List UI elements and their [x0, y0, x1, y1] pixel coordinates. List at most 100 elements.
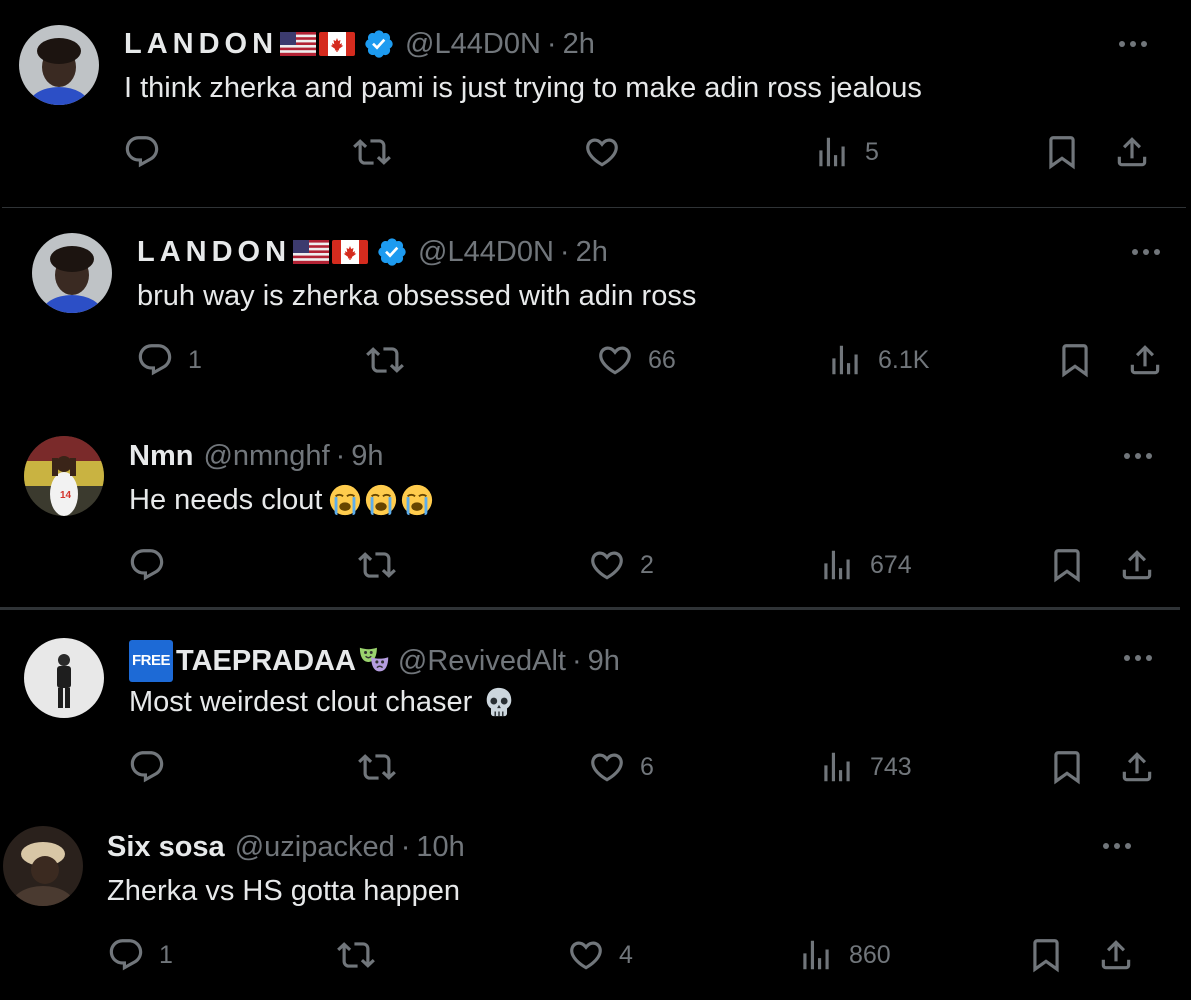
- avatar[interactable]: [19, 25, 99, 105]
- reply-button[interactable]: 1: [136, 341, 202, 379]
- reply-button[interactable]: 1: [107, 936, 173, 974]
- avatar[interactable]: [3, 826, 83, 906]
- share-icon: [1126, 341, 1164, 379]
- retweet-icon: [366, 341, 404, 379]
- avatar[interactable]: [24, 638, 104, 718]
- handle[interactable]: @uzipacked: [235, 829, 395, 865]
- timestamp[interactable]: 10h: [416, 829, 464, 865]
- display-name[interactable]: LANDON: [137, 234, 291, 270]
- more-options-icon[interactable]: [1122, 451, 1154, 461]
- like-button[interactable]: 4: [567, 936, 633, 974]
- handle[interactable]: @L44D0N: [418, 234, 554, 270]
- share-icon: [1113, 133, 1151, 171]
- heart-icon: [596, 341, 634, 379]
- bookmark-button[interactable]: [1048, 748, 1086, 786]
- like-count: 2: [640, 550, 654, 579]
- tweet[interactable]: LANDON @L44D0N · 2h bruh way is zherka o…: [0, 208, 1191, 408]
- like-button[interactable]: [583, 133, 635, 171]
- like-count: 4: [619, 940, 633, 969]
- tweet[interactable]: FREE TAEPRADAA @RevivedAlt · 9h Most wei…: [0, 612, 1191, 808]
- tweet[interactable]: Six sosa @uzipacked · 10h Zherka vs HS g…: [0, 810, 1191, 1000]
- handle[interactable]: @L44D0N: [405, 26, 541, 62]
- reply-button[interactable]: [123, 133, 175, 171]
- loudly-crying-face-icon: [364, 483, 398, 517]
- views-icon: [818, 748, 856, 786]
- timestamp[interactable]: 9h: [351, 438, 383, 474]
- timestamp[interactable]: 9h: [588, 643, 620, 679]
- views-icon: [797, 936, 835, 974]
- retweet-button[interactable]: [353, 133, 391, 171]
- tweet-text: He needs clout: [129, 484, 323, 516]
- reply-button[interactable]: [128, 546, 180, 584]
- handle[interactable]: @nmnghf: [203, 438, 329, 474]
- like-button[interactable]: 6: [588, 748, 654, 786]
- tweet[interactable]: LANDON @L44D0N · 2h I think zherka and p…: [0, 0, 1191, 207]
- like-count: 6: [640, 752, 654, 781]
- views-icon: [826, 341, 864, 379]
- share-icon: [1097, 936, 1135, 974]
- reply-icon: [136, 341, 174, 379]
- heart-icon: [567, 936, 605, 974]
- display-name[interactable]: Six sosa: [107, 829, 225, 865]
- display-name[interactable]: Nmn: [129, 438, 193, 474]
- retweet-button[interactable]: [337, 936, 375, 974]
- separator-dot: ·: [571, 645, 582, 677]
- like-button[interactable]: 66: [596, 341, 676, 379]
- more-options-icon[interactable]: [1117, 39, 1149, 49]
- verified-badge-icon[interactable]: [363, 28, 395, 60]
- reply-button[interactable]: [128, 748, 180, 786]
- free-badge: FREE: [129, 640, 174, 682]
- retweet-button[interactable]: [358, 748, 396, 786]
- more-options-icon[interactable]: [1122, 653, 1154, 663]
- like-count: 66: [648, 345, 676, 374]
- avatar[interactable]: [32, 233, 112, 313]
- retweet-icon: [337, 936, 375, 974]
- divider: [0, 607, 1180, 610]
- more-options-icon[interactable]: [1130, 247, 1162, 257]
- views-button[interactable]: 6.1K: [826, 341, 929, 379]
- bookmark-button[interactable]: [1043, 133, 1081, 171]
- handle[interactable]: @RevivedAlt: [398, 643, 566, 679]
- share-button[interactable]: [1126, 341, 1164, 379]
- loudly-crying-face-icon: [328, 483, 362, 517]
- us-flag-icon: [280, 32, 316, 56]
- verified-badge-icon[interactable]: [376, 236, 408, 268]
- performing-arts-icon: [358, 644, 392, 678]
- tweet-text: I think zherka and pami is just trying t…: [124, 72, 922, 104]
- share-button[interactable]: [1118, 546, 1156, 584]
- display-name[interactable]: TAEPRADAA: [176, 643, 356, 679]
- view-count: 743: [870, 752, 912, 781]
- tweet[interactable]: 14 Nmn @nmnghf · 9h He needs clout 2 674: [0, 410, 1191, 606]
- share-icon: [1118, 748, 1156, 786]
- views-button[interactable]: 860: [797, 936, 891, 974]
- views-button[interactable]: 674: [818, 546, 912, 584]
- timestamp[interactable]: 2h: [563, 26, 595, 62]
- bookmark-icon: [1048, 546, 1086, 584]
- views-icon: [818, 546, 856, 584]
- more-options-icon[interactable]: [1101, 841, 1133, 851]
- timestamp[interactable]: 2h: [576, 234, 608, 270]
- avatar[interactable]: 14: [24, 436, 104, 516]
- tweet-text: Zherka vs HS gotta happen: [107, 875, 461, 907]
- like-button[interactable]: 2: [588, 546, 654, 584]
- share-button[interactable]: [1097, 936, 1135, 974]
- share-button[interactable]: [1118, 748, 1156, 786]
- bookmark-icon: [1027, 936, 1065, 974]
- share-button[interactable]: [1113, 133, 1151, 171]
- retweet-icon: [358, 546, 396, 584]
- view-count: 6.1K: [878, 345, 930, 374]
- bookmark-button[interactable]: [1027, 936, 1065, 974]
- display-name[interactable]: LANDON: [124, 26, 278, 62]
- tweet-text: bruh way is zherka obsessed with adin ro…: [137, 280, 697, 312]
- bookmark-button[interactable]: [1048, 546, 1086, 584]
- separator-dot: ·: [546, 28, 557, 60]
- retweet-button[interactable]: [358, 546, 396, 584]
- views-button[interactable]: 743: [818, 748, 912, 786]
- heart-icon: [588, 546, 626, 584]
- reply-icon: [107, 936, 145, 974]
- retweet-icon: [358, 748, 396, 786]
- retweet-icon: [353, 133, 391, 171]
- retweet-button[interactable]: [366, 341, 404, 379]
- bookmark-button[interactable]: [1056, 341, 1094, 379]
- views-button[interactable]: 5: [813, 133, 879, 171]
